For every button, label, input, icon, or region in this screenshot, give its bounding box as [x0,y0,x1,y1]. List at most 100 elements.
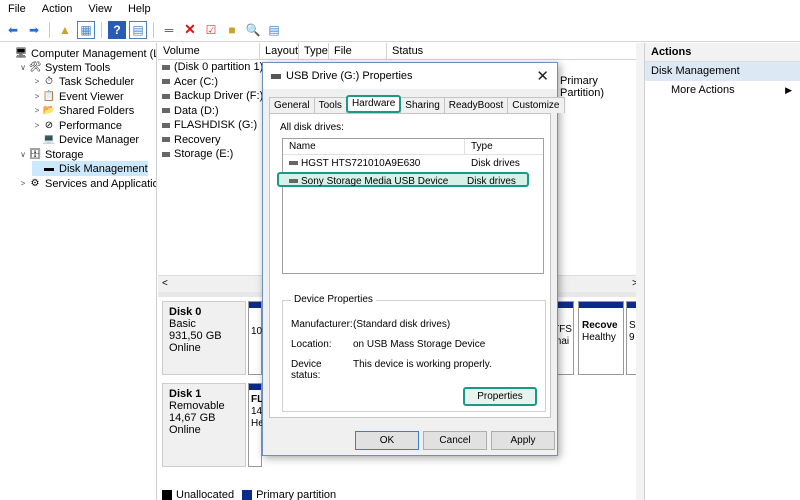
tab-tools[interactable]: Tools [313,97,347,113]
cancel-button[interactable]: Cancel [423,431,487,450]
menu-bar: File Action View Help [0,0,800,18]
delete-icon[interactable]: ✕ [181,21,199,39]
drive-icon [271,73,281,79]
tab-readyboost[interactable]: ReadyBoost [443,97,509,113]
volume-name: Recovery [174,133,221,146]
apply-button[interactable]: Apply [491,431,555,450]
tab-customize[interactable]: Customize [507,97,565,113]
expand-chevron-icon[interactable]: > [32,77,42,86]
dialog-title-bar[interactable]: USB Drive (G:) Properties ✕ [263,63,557,89]
forward-arrow-icon[interactable]: ➡ [25,21,43,39]
tree-item[interactable]: ∨ 🛠 System Tools [18,60,110,75]
up-folder-icon[interactable]: ▲ [56,21,74,39]
disk-0-label[interactable]: Disk 0 Basic 931,50 GB Online [162,301,246,375]
tree-item-label: System Tools [45,61,111,74]
tab-hardware[interactable]: Hardware [345,95,402,113]
expand-chevron-icon[interactable]: > [32,106,42,115]
disk-1-kind: Removable [169,400,225,412]
ok-button[interactable]: OK [355,431,419,450]
tree-item[interactable]: > 📋 Event Viewer [32,89,124,104]
tree-item[interactable]: 🖥Computer Management (Local [4,46,156,61]
drive-name-cell: Sony Storage Media USB Device [279,174,461,187]
more-actions-label: More Actions [671,84,735,96]
expand-chevron-icon[interactable]: > [32,92,42,101]
expand-chevron-icon[interactable]: > [18,179,28,188]
disk-drive-icon [289,161,298,166]
disk-drive-icon [289,179,298,184]
tree-item[interactable]: 💻 Device Manager [32,132,139,147]
volume-name: Data (D:) [174,104,219,117]
vertical-scrollbar[interactable] [636,43,644,500]
tree-item-label: Shared Folders [59,104,135,117]
connect-icon[interactable]: ═ [160,21,178,39]
disk-1-label[interactable]: Disk 1 Removable 14,67 GB Online [162,383,246,467]
tree-item[interactable]: > ⊘ Performance [32,118,122,133]
disk-0-name: Disk 0 [169,306,202,318]
column-file-system[interactable]: File System [329,43,387,74]
column-layout[interactable]: Layout [260,43,299,59]
find-icon[interactable]: 🔍 [244,21,262,39]
drive-list-header: Name Type [283,139,543,155]
actions-section-disk-management[interactable]: Disk Management [645,62,800,81]
tree-item[interactable]: ∨ 🗄 Storage [18,147,83,162]
disk-1-partition-state: He [251,418,264,429]
disk-1-partition[interactable]: FL 14 He [248,383,264,467]
disk-legend: Unallocated Primary partition [162,489,336,500]
partition-recovery-text: Recove Healthy [579,308,623,344]
unallocated-swatch [162,490,172,500]
menu-action[interactable]: Action [34,3,81,15]
tab-sharing[interactable]: Sharing [400,97,445,113]
disk-1-partition-label: FL 14 He [249,390,264,430]
column-volume[interactable]: Volume [158,43,260,59]
tree-item[interactable]: > 📂 Shared Folders [32,103,135,118]
tree-item[interactable]: > ⏱ Task Scheduler [32,74,135,89]
location-value: on USB Mass Storage Device [353,339,486,350]
expand-chevron-icon[interactable]: > [32,121,42,130]
column-name[interactable]: Name [283,139,465,154]
list-item-selected[interactable]: Sony Storage Media USB Device Disk drive… [277,172,529,187]
disk-0-partition[interactable]: 10 [248,301,262,375]
scroll-left-icon[interactable]: < [162,278,168,289]
column-status[interactable]: Status [387,43,642,59]
expand-chevron-icon[interactable]: ∨ [18,63,28,72]
help-icon[interactable]: ? [108,20,126,39]
disk-1-partition-name: FL [251,394,264,405]
menu-help[interactable]: Help [120,3,159,15]
console-icon[interactable]: ▤ [129,20,147,39]
menu-view[interactable]: View [80,3,120,15]
volume-icon [162,79,170,85]
more-actions-item[interactable]: More Actions ▶ [645,81,800,99]
disk-1-status: Online [169,424,201,436]
location-row: Location: on USB Mass Storage Device [291,339,485,350]
tree-item-label: Disk Management [59,162,148,175]
tree-item-label: Performance [59,119,122,132]
tree-item[interactable]: ▬ Disk Management [32,161,148,176]
volume-name: Storage (E:) [174,148,234,161]
list-item[interactable]: HGST HTS721010A9E630 Disk drives [283,156,543,171]
tree-item-label: Computer Management (Local [31,47,156,60]
tree-item[interactable]: >⚙ Services and Applications [18,176,156,191]
volume-name: Backup Driver (F:) [174,90,264,103]
volume-column-headers: Volume Layout Type File System Status [158,43,642,74]
properties-button[interactable]: Properties [463,387,537,406]
disk-drives-list[interactable]: Name Type HGST HTS721010A9E630 Disk driv… [277,138,544,274]
expand-chevron-icon[interactable]: ∨ [18,150,28,159]
show-tree-icon[interactable]: ▦ [77,20,95,39]
location-label: Location: [291,339,332,350]
manufacturer-label: Manufacturer: [291,319,353,330]
tree-node-icon: 📂 [42,105,56,116]
properties-icon[interactable]: ▤ [265,21,283,39]
menu-file[interactable]: File [0,3,34,15]
column-type[interactable]: Type [299,43,329,59]
drive-name-cell: HGST HTS721010A9E630 [283,156,465,171]
tab-general[interactable]: General [269,97,315,113]
volume-name: (Disk 0 partition 1) [174,61,264,74]
folder-new-icon[interactable]: ■ [223,21,241,39]
volume-name: Acer (C:) [174,75,218,88]
disk-0-recovery-partition[interactable]: Recove Healthy [578,301,624,375]
close-icon[interactable]: ✕ [536,67,549,85]
column-type[interactable]: Type [465,139,543,154]
check-icon[interactable]: ☑ [202,21,220,39]
disk-0-status: Online [169,342,201,354]
back-arrow-icon[interactable]: ⬅ [4,21,22,39]
